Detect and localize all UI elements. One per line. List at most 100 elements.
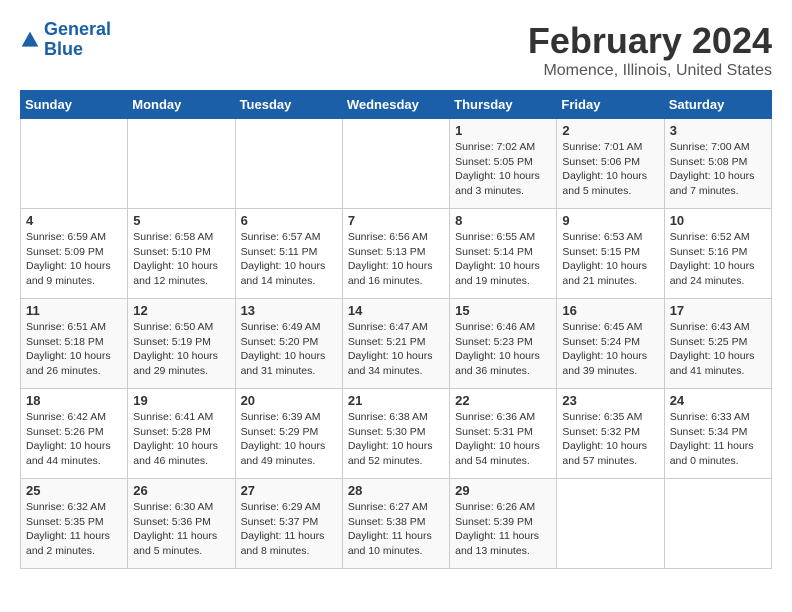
week-row-1: 1Sunrise: 7:02 AMSunset: 5:05 PMDaylight… <box>21 119 772 209</box>
day-info: Sunrise: 6:52 AMSunset: 5:16 PMDaylight:… <box>670 230 766 289</box>
day-info: Sunrise: 6:26 AMSunset: 5:39 PMDaylight:… <box>455 500 551 559</box>
day-info: Sunrise: 6:39 AMSunset: 5:29 PMDaylight:… <box>241 410 337 469</box>
day-number: 28 <box>348 483 444 498</box>
week-row-4: 18Sunrise: 6:42 AMSunset: 5:26 PMDayligh… <box>21 389 772 479</box>
day-number: 7 <box>348 213 444 228</box>
day-cell: 16 Sunrise: 6:45 AMSunset: 5:24 PMDayligh… <box>557 299 664 389</box>
day-number: 12 <box>133 303 229 318</box>
day-info: Sunrise: 6:46 AMSunset: 5:23 PMDaylight:… <box>455 320 551 379</box>
day-info: Sunrise: 6:38 AMSunset: 5:30 PMDaylight:… <box>348 410 444 469</box>
day-cell: 17 Sunrise: 6:43 AMSunset: 5:25 PMDayligh… <box>664 299 771 389</box>
day-cell: 6 Sunrise: 6:57 AMSunset: 5:11 PMDaylight… <box>235 209 342 299</box>
calendar-title: February 2024 <box>528 20 772 62</box>
day-cell: 2 Sunrise: 7:01 AMSunset: 5:06 PMDaylight… <box>557 119 664 209</box>
day-info: Sunrise: 6:33 AMSunset: 5:34 PMDaylight:… <box>670 410 766 469</box>
day-number: 22 <box>455 393 551 408</box>
day-info: Sunrise: 6:59 AMSunset: 5:09 PMDaylight:… <box>26 230 122 289</box>
day-info: Sunrise: 6:45 AMSunset: 5:24 PMDaylight:… <box>562 320 658 379</box>
day-info: Sunrise: 6:41 AMSunset: 5:28 PMDaylight:… <box>133 410 229 469</box>
day-cell: 19 Sunrise: 6:41 AMSunset: 5:28 PMDayligh… <box>128 389 235 479</box>
day-number: 25 <box>26 483 122 498</box>
day-cell: 11Sunrise: 6:51 AMSunset: 5:18 PMDayligh… <box>21 299 128 389</box>
week-row-2: 4 Sunrise: 6:59 AMSunset: 5:09 PMDaylight… <box>21 209 772 299</box>
column-header-monday: Monday <box>128 91 235 119</box>
day-cell <box>128 119 235 209</box>
calendar-body: 1Sunrise: 7:02 AMSunset: 5:05 PMDaylight… <box>21 119 772 569</box>
column-header-wednesday: Wednesday <box>342 91 449 119</box>
day-cell: 15 Sunrise: 6:46 AMSunset: 5:23 PMDayligh… <box>450 299 557 389</box>
day-info: Sunrise: 6:55 AMSunset: 5:14 PMDaylight:… <box>455 230 551 289</box>
header: General Blue February 2024 Momence, Illi… <box>20 20 772 80</box>
day-number: 18 <box>26 393 122 408</box>
day-info: Sunrise: 6:32 AMSunset: 5:35 PMDaylight:… <box>26 500 122 559</box>
day-info: Sunrise: 6:30 AMSunset: 5:36 PMDaylight:… <box>133 500 229 559</box>
day-cell: 14 Sunrise: 6:47 AMSunset: 5:21 PMDayligh… <box>342 299 449 389</box>
day-number: 2 <box>562 123 658 138</box>
day-cell: 20 Sunrise: 6:39 AMSunset: 5:29 PMDayligh… <box>235 389 342 479</box>
day-info: Sunrise: 6:49 AMSunset: 5:20 PMDaylight:… <box>241 320 337 379</box>
calendar-table: SundayMondayTuesdayWednesdayThursdayFrid… <box>20 90 772 569</box>
column-header-tuesday: Tuesday <box>235 91 342 119</box>
day-info: Sunrise: 6:43 AMSunset: 5:25 PMDaylight:… <box>670 320 766 379</box>
day-cell: 7 Sunrise: 6:56 AMSunset: 5:13 PMDaylight… <box>342 209 449 299</box>
day-info: Sunrise: 6:27 AMSunset: 5:38 PMDaylight:… <box>348 500 444 559</box>
day-number: 4 <box>26 213 122 228</box>
day-number: 6 <box>241 213 337 228</box>
day-number: 8 <box>455 213 551 228</box>
header-row: SundayMondayTuesdayWednesdayThursdayFrid… <box>21 91 772 119</box>
day-cell: 13 Sunrise: 6:49 AMSunset: 5:20 PMDayligh… <box>235 299 342 389</box>
day-number: 23 <box>562 393 658 408</box>
column-header-sunday: Sunday <box>21 91 128 119</box>
day-cell <box>21 119 128 209</box>
day-cell: 3 Sunrise: 7:00 AMSunset: 5:08 PMDaylight… <box>664 119 771 209</box>
day-info: Sunrise: 6:29 AMSunset: 5:37 PMDaylight:… <box>241 500 337 559</box>
day-info: Sunrise: 6:51 AMSunset: 5:18 PMDaylight:… <box>26 320 122 379</box>
day-number: 24 <box>670 393 766 408</box>
day-info: Sunrise: 6:36 AMSunset: 5:31 PMDaylight:… <box>455 410 551 469</box>
title-block: February 2024 Momence, Illinois, United … <box>528 20 772 80</box>
column-header-thursday: Thursday <box>450 91 557 119</box>
day-info: Sunrise: 7:01 AMSunset: 5:06 PMDaylight:… <box>562 140 658 199</box>
day-number: 19 <box>133 393 229 408</box>
day-cell: 5Sunrise: 6:58 AMSunset: 5:10 PMDaylight… <box>128 209 235 299</box>
day-cell: 27Sunrise: 6:29 AMSunset: 5:37 PMDayligh… <box>235 479 342 569</box>
day-number: 15 <box>455 303 551 318</box>
day-cell <box>235 119 342 209</box>
week-row-5: 25 Sunrise: 6:32 AMSunset: 5:35 PMDayligh… <box>21 479 772 569</box>
day-info: Sunrise: 6:50 AMSunset: 5:19 PMDaylight:… <box>133 320 229 379</box>
day-cell <box>664 479 771 569</box>
logo-text: General Blue <box>44 20 111 60</box>
day-number: 26 <box>133 483 229 498</box>
day-cell: 26 Sunrise: 6:30 AMSunset: 5:36 PMDayligh… <box>128 479 235 569</box>
day-number: 13 <box>241 303 337 318</box>
day-cell: 4 Sunrise: 6:59 AMSunset: 5:09 PMDaylight… <box>21 209 128 299</box>
day-info: Sunrise: 7:00 AMSunset: 5:08 PMDaylight:… <box>670 140 766 199</box>
day-cell: 9Sunrise: 6:53 AMSunset: 5:15 PMDaylight… <box>557 209 664 299</box>
day-cell: 10 Sunrise: 6:52 AMSunset: 5:16 PMDayligh… <box>664 209 771 299</box>
day-cell: 24 Sunrise: 6:33 AMSunset: 5:34 PMDayligh… <box>664 389 771 479</box>
day-cell: 18Sunrise: 6:42 AMSunset: 5:26 PMDayligh… <box>21 389 128 479</box>
day-info: Sunrise: 6:47 AMSunset: 5:21 PMDaylight:… <box>348 320 444 379</box>
day-cell: 23 Sunrise: 6:35 AMSunset: 5:32 PMDayligh… <box>557 389 664 479</box>
day-cell: 22 Sunrise: 6:36 AMSunset: 5:31 PMDayligh… <box>450 389 557 479</box>
day-number: 20 <box>241 393 337 408</box>
day-number: 14 <box>348 303 444 318</box>
day-cell <box>342 119 449 209</box>
calendar-subtitle: Momence, Illinois, United States <box>528 62 772 80</box>
day-number: 3 <box>670 123 766 138</box>
day-number: 1 <box>455 123 551 138</box>
column-header-saturday: Saturday <box>664 91 771 119</box>
day-cell: 25 Sunrise: 6:32 AMSunset: 5:35 PMDayligh… <box>21 479 128 569</box>
day-number: 16 <box>562 303 658 318</box>
day-number: 10 <box>670 213 766 228</box>
day-info: Sunrise: 6:56 AMSunset: 5:13 PMDaylight:… <box>348 230 444 289</box>
day-number: 17 <box>670 303 766 318</box>
day-cell: 28 Sunrise: 6:27 AMSunset: 5:38 PMDayligh… <box>342 479 449 569</box>
day-info: Sunrise: 6:58 AMSunset: 5:10 PMDaylight:… <box>133 230 229 289</box>
day-cell: 1Sunrise: 7:02 AMSunset: 5:05 PMDaylight… <box>450 119 557 209</box>
day-info: Sunrise: 6:57 AMSunset: 5:11 PMDaylight:… <box>241 230 337 289</box>
day-info: Sunrise: 6:53 AMSunset: 5:15 PMDaylight:… <box>562 230 658 289</box>
day-info: Sunrise: 6:35 AMSunset: 5:32 PMDaylight:… <box>562 410 658 469</box>
day-cell: 29Sunrise: 6:26 AMSunset: 5:39 PMDayligh… <box>450 479 557 569</box>
day-number: 21 <box>348 393 444 408</box>
